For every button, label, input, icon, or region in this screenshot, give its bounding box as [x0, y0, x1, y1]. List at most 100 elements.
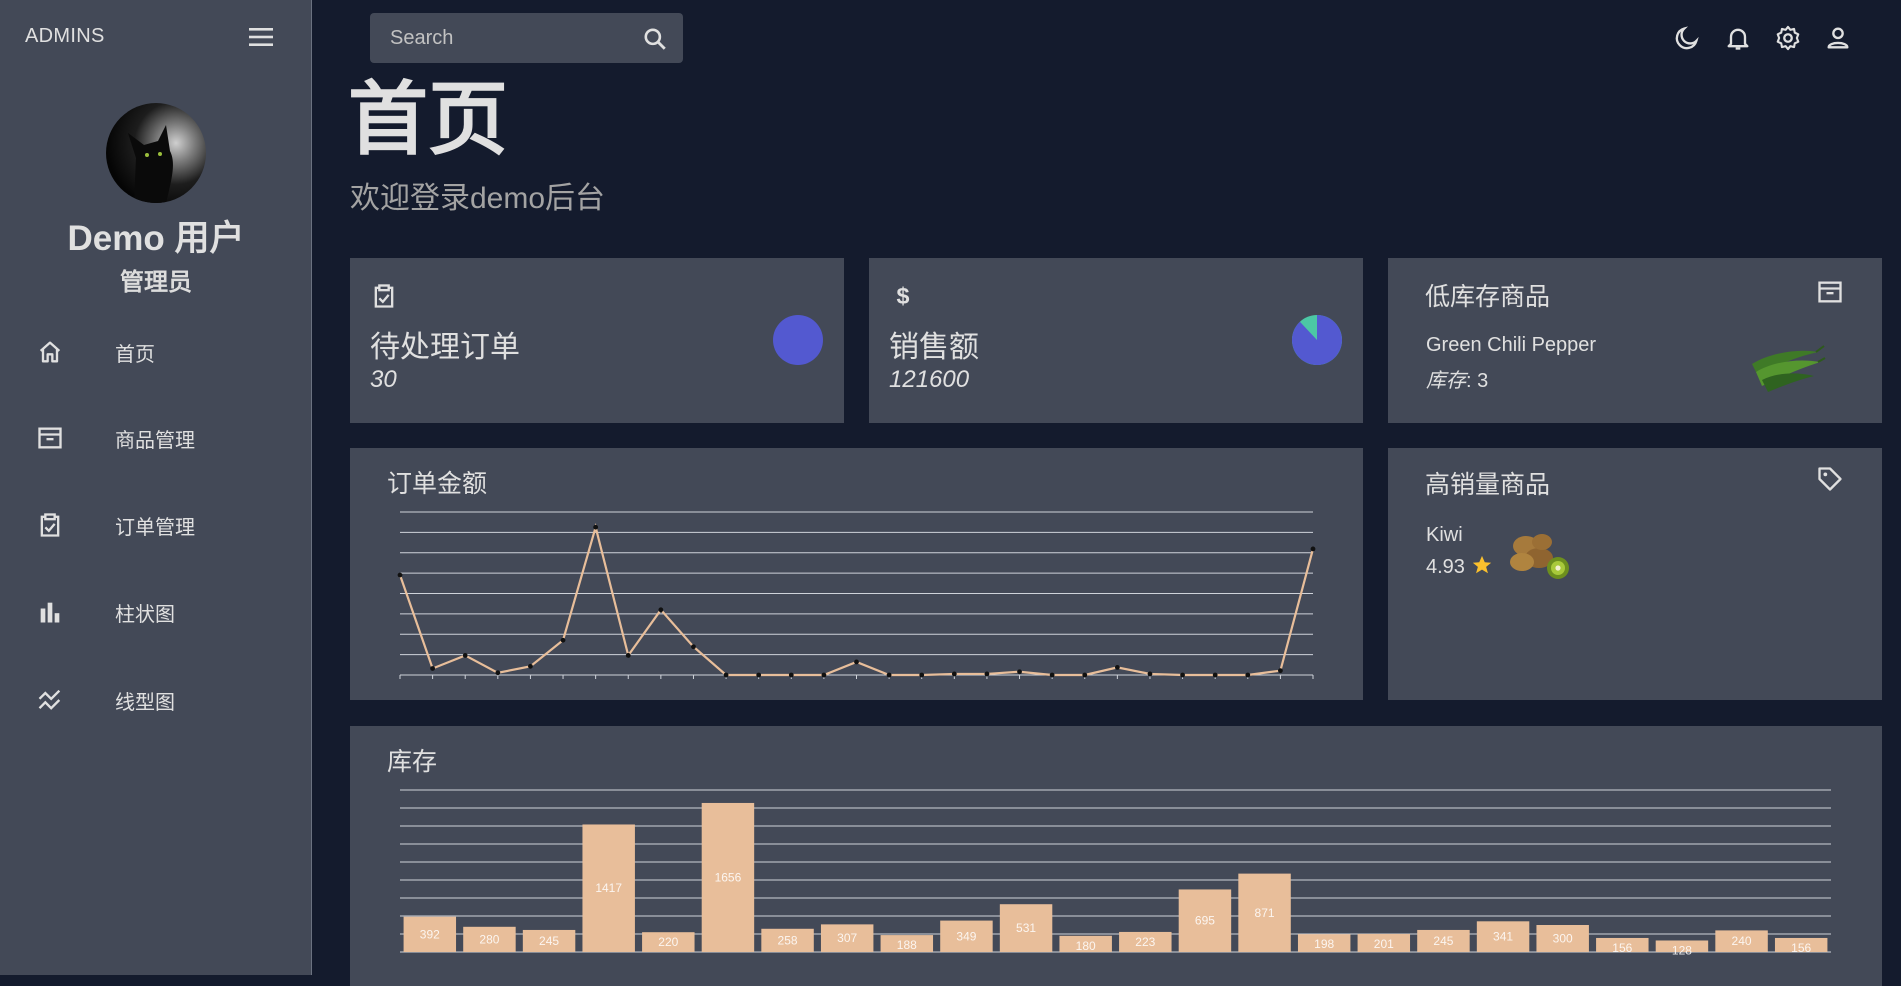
menu-icon[interactable]: [248, 26, 274, 48]
sidebar-item-label: 线型图: [115, 691, 175, 714]
card-title: 高销量商品: [1425, 471, 1551, 499]
stat-label: 销售额: [889, 331, 979, 364]
line-point: [1082, 672, 1088, 678]
bar-value-label: 128: [1672, 943, 1692, 957]
card-title: 低库存商品: [1425, 283, 1551, 311]
sidebar-item-home[interactable]: 首页: [0, 322, 312, 382]
line-point: [1180, 672, 1185, 678]
line-point: [1114, 664, 1120, 670]
bar-value-label: 220: [658, 935, 678, 949]
order-amount-line: [398, 523, 1315, 677]
bar-value-label: 1417: [595, 881, 622, 895]
line-point: [495, 670, 501, 676]
bar-value-label: 180: [1076, 939, 1096, 953]
line-point: [1017, 669, 1022, 675]
line-point: [821, 672, 827, 678]
bar-chart-icon: [40, 602, 60, 623]
low-stock-card: 低库存商品 Green Chili Pepper 库存: 3: [1388, 258, 1882, 423]
line-point: [397, 572, 403, 578]
line-point: [462, 653, 468, 658]
bar-value-label: 245: [1433, 934, 1453, 948]
bar-value-label: 156: [1612, 941, 1632, 955]
inventory-chart-card: 库存 392 280 245 1417 220 1656 258 307 188 349 531 18…: [350, 726, 1882, 986]
user-icon[interactable]: [1824, 24, 1852, 52]
bar-value-label: 280: [479, 932, 499, 946]
bar-value-label: 531: [1016, 921, 1036, 935]
bar-value-label: 258: [778, 933, 798, 947]
bar-value-label: 695: [1195, 914, 1215, 928]
low-stock-quantity: 库存: 3: [1426, 364, 1488, 393]
home-icon: [39, 341, 61, 363]
line-point: [1049, 672, 1055, 678]
sidebar-item-label: 商品管理: [115, 429, 195, 452]
bar-value-label: 307: [837, 931, 857, 945]
stat-value: 30: [370, 366, 397, 393]
sidebar-item-label: 首页: [115, 343, 155, 366]
line-point: [723, 672, 729, 678]
bell-icon[interactable]: [1724, 24, 1752, 52]
line-point: [1245, 672, 1251, 678]
line-chart-icon: [38, 689, 61, 710]
svg-text:$: $: [897, 283, 910, 309]
line-point: [658, 607, 664, 613]
clipboard-check-icon: [374, 284, 394, 308]
chili-pepper-image: [1752, 345, 1826, 392]
sales-pie: [1292, 315, 1342, 365]
clipboard-check-icon: [40, 513, 60, 537]
sidebar-item-bar-chart[interactable]: 柱状图: [0, 582, 312, 642]
line-point: [919, 672, 925, 678]
line-point: [430, 666, 436, 671]
inventory-bar-chart: 392 280 245 1417 220 1656 258 307 188 349 531 180 22…: [400, 789, 1831, 957]
line-point: [1212, 672, 1218, 678]
sidebar-item-orders[interactable]: 订单管理: [0, 495, 312, 555]
sidebar-item-products[interactable]: 商品管理: [0, 408, 312, 468]
top-selling-rating: 4.93: [1426, 554, 1493, 579]
bar-value-label: 188: [897, 938, 917, 952]
tag-icon: [1818, 467, 1842, 491]
stat-value: 121600: [889, 366, 970, 393]
top-selling-product-name: Kiwi: [1426, 524, 1463, 546]
kiwi-image: [1510, 534, 1569, 579]
dollar-icon: $: [897, 283, 910, 309]
line-point: [625, 653, 631, 658]
line-point: [560, 637, 566, 643]
bar-value-label: 1656: [715, 870, 742, 884]
pending-orders-pie: [773, 315, 823, 365]
top-selling-card: 高销量商品 Kiwi 4.93: [1388, 448, 1882, 700]
line-point: [691, 644, 696, 650]
line-point: [1310, 546, 1316, 552]
bar-value-label: 349: [956, 929, 976, 943]
bar-value-label: 871: [1255, 906, 1275, 920]
line-point: [1147, 671, 1153, 677]
stat-label: 待处理订单: [370, 331, 520, 364]
stock-value: : 3: [1466, 370, 1489, 392]
bar-value-label: 392: [420, 927, 440, 941]
bar-value-label: 223: [1135, 935, 1155, 949]
star-icon: [1472, 555, 1491, 574]
bar-value-label: 341: [1493, 930, 1513, 944]
brand-title: ADMINS: [25, 25, 105, 47]
bar-value-label: 245: [539, 934, 559, 948]
line-point: [951, 671, 957, 677]
sidebar-item-line-chart[interactable]: 线型图: [0, 670, 312, 730]
bar-value-label: 240: [1732, 934, 1752, 948]
avatar[interactable]: [106, 103, 206, 203]
line-point: [756, 672, 762, 678]
line-point: [886, 672, 892, 678]
line-point: [984, 671, 990, 677]
bar-value-label: 201: [1374, 937, 1394, 951]
user-name: Demo 用户: [67, 219, 245, 258]
sidebar-item-label: 订单管理: [115, 516, 195, 539]
line-point: [1277, 668, 1283, 674]
stock-label: 库存: [1426, 370, 1466, 392]
search-icon[interactable]: [642, 26, 668, 52]
moon-icon[interactable]: [1673, 24, 1701, 52]
search-input[interactable]: [388, 13, 628, 63]
order-amount-line-chart: [397, 511, 1316, 679]
line-point: [528, 663, 533, 669]
gear-icon[interactable]: [1774, 24, 1802, 52]
cat-avatar-image: [128, 125, 173, 203]
archive-icon: [1818, 281, 1842, 303]
pending-orders-card: 待处理订单 30: [350, 258, 844, 423]
page-subtitle: 欢迎登录demo后台: [350, 182, 606, 215]
